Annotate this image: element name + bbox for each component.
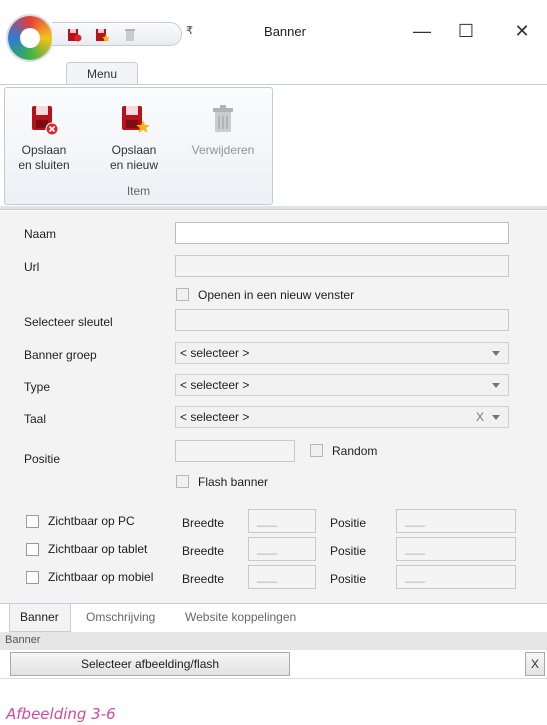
bottom-tab-strip: Banner Omschrijving Website koppelingen xyxy=(0,603,547,632)
ribbon-body: Opslaan en sluiten Opslaan en nieuw Verw… xyxy=(0,84,547,206)
figure-caption: Afbeelding 3-6 xyxy=(6,705,116,723)
visible-mobile-checkbox[interactable] xyxy=(26,571,39,584)
clear-icon[interactable]: X xyxy=(476,410,484,424)
qat-separator xyxy=(134,22,135,46)
tablet-position-label: Positie xyxy=(330,544,367,558)
image-preview-area xyxy=(0,678,547,708)
key-label: Selecteer sleutel xyxy=(24,315,113,329)
panel-caption: Banner xyxy=(0,632,547,650)
tablet-position-input[interactable]: ___ xyxy=(396,537,516,561)
visible-pc-checkbox[interactable] xyxy=(26,515,39,528)
save-new-qat-icon[interactable] xyxy=(94,27,110,43)
type-label: Type xyxy=(24,380,51,394)
naam-label: Naam xyxy=(24,227,57,241)
chevron-down-icon xyxy=(492,383,500,388)
visible-pc-label: Zichtbaar op PC xyxy=(48,514,135,528)
url-input[interactable] xyxy=(175,255,509,277)
app-menu-orb-icon[interactable] xyxy=(8,16,52,60)
lang-label: Taal xyxy=(24,412,47,426)
lang-select-value: < selecteer > xyxy=(180,410,250,424)
pc-width-label: Breedte xyxy=(182,516,225,530)
save-close-icon xyxy=(32,106,59,136)
delete-label: Verwijderen xyxy=(191,143,255,157)
type-select[interactable]: < selecteer > xyxy=(175,374,509,396)
key-input[interactable] xyxy=(175,309,509,331)
tab-banner[interactable]: Banner xyxy=(20,610,59,624)
tablet-width-input[interactable]: ___ xyxy=(248,537,316,561)
new-window-checkbox[interactable] xyxy=(176,288,189,301)
group-select-value: < selecteer > xyxy=(180,346,250,360)
tab-menu[interactable]: Menu xyxy=(66,62,138,86)
flash-banner-label: Flash banner xyxy=(198,475,269,489)
mobile-position-input[interactable]: ___ xyxy=(396,565,516,589)
random-checkbox[interactable] xyxy=(310,444,323,457)
chevron-down-icon xyxy=(492,415,500,420)
ribbon-group-item: Opslaan en sluiten Opslaan en nieuw Verw… xyxy=(4,87,273,205)
ribbon-tab-row: Menu xyxy=(0,62,547,86)
pc-width-input[interactable]: ___ xyxy=(248,509,316,533)
chevron-down-icon xyxy=(492,351,500,356)
pc-position-input[interactable]: ___ xyxy=(396,509,516,533)
clear-image-button[interactable]: X xyxy=(525,652,545,676)
tablet-width-label: Breedte xyxy=(182,544,225,558)
save-close-button[interactable]: Opslaan en sluiten xyxy=(9,96,79,176)
tab-omschrijving[interactable]: Omschrijving xyxy=(86,610,155,624)
url-label: Url xyxy=(24,260,40,274)
save-new-icon xyxy=(122,106,150,133)
trash-icon xyxy=(213,105,233,132)
save-close-label-2: en sluiten xyxy=(18,158,70,172)
naam-input[interactable] xyxy=(175,222,509,244)
lang-select[interactable]: < selecteer > X xyxy=(175,406,509,428)
visible-tablet-label: Zichtbaar op tablet xyxy=(48,542,148,556)
flash-banner-checkbox[interactable] xyxy=(176,475,189,488)
minimize-button[interactable]: — xyxy=(406,18,438,44)
pc-position-label: Positie xyxy=(330,516,367,530)
visible-tablet-checkbox[interactable] xyxy=(26,543,39,556)
random-label: Random xyxy=(332,444,378,458)
mobile-width-label: Breedte xyxy=(182,572,225,586)
close-button[interactable]: ✕ xyxy=(506,18,538,44)
mobile-position-label: Positie xyxy=(330,572,367,586)
title-bar: ₹ Banner — ☐ ✕ xyxy=(0,0,547,62)
group-select[interactable]: < selecteer > xyxy=(175,342,509,364)
trash-qat-icon[interactable] xyxy=(122,27,138,43)
ribbon-bottom-border xyxy=(0,206,547,210)
visible-mobile-label: Zichtbaar op mobiel xyxy=(48,570,154,584)
position-input[interactable] xyxy=(175,440,295,462)
group-label: Banner groep xyxy=(24,348,97,362)
save-close-qat-icon[interactable] xyxy=(66,27,82,43)
position-label: Positie xyxy=(24,452,61,466)
new-window-label: Openen in een nieuw venster xyxy=(198,288,355,302)
delete-button[interactable]: Verwijderen xyxy=(183,96,263,176)
tab-website-koppelingen[interactable]: Website koppelingen xyxy=(185,610,296,624)
select-image-button[interactable]: Selecteer afbeelding/flash xyxy=(10,652,290,676)
banner-form: Naam Url Openen in een nieuw venster Sel… xyxy=(0,211,547,603)
ribbon-group-label: Item xyxy=(126,184,151,198)
mobile-width-input[interactable]: ___ xyxy=(248,565,316,589)
maximize-button[interactable]: ☐ xyxy=(450,18,482,44)
window-title: Banner xyxy=(264,24,306,39)
save-new-button[interactable]: Opslaan en nieuw xyxy=(99,96,169,176)
quick-access-toolbar xyxy=(52,22,182,46)
save-close-label-1: Opslaan xyxy=(21,143,67,157)
save-new-label-2: en nieuw xyxy=(109,158,159,172)
save-new-label-1: Opslaan xyxy=(111,143,157,157)
type-select-value: < selecteer > xyxy=(180,378,250,392)
